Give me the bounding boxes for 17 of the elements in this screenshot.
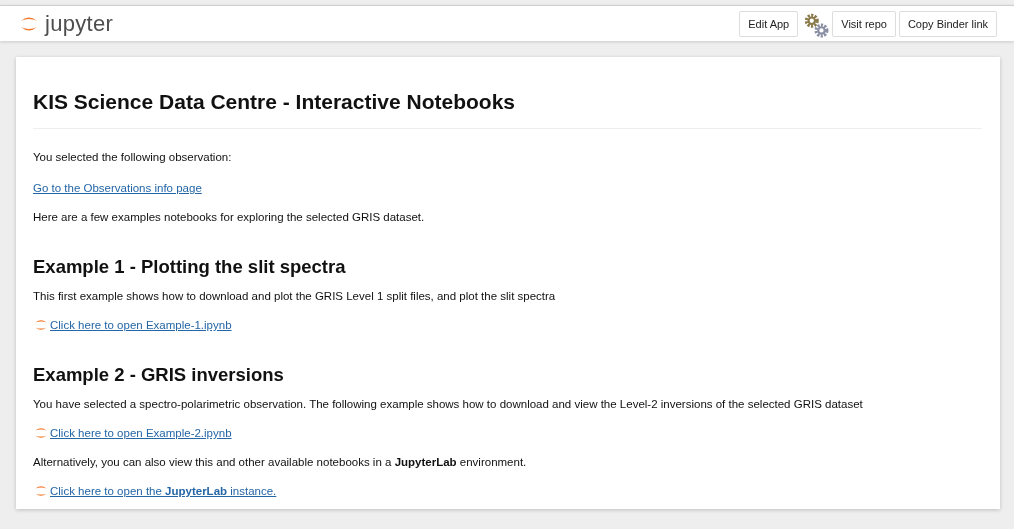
toolbar-button[interactable]: Copy Binder link bbox=[898, 10, 997, 37]
paragraph: This first example shows how to download and plot the GRIS Level 1 split files, and plot the slit spectra bbox=[33, 289, 557, 304]
paragraph: Here are a few examples notebooks for exploring the selected GRIS dataset. bbox=[33, 210, 426, 225]
toolbar-button[interactable]: Visit repo bbox=[832, 10, 896, 37]
paragraph: You selected the following observation: bbox=[33, 150, 233, 165]
gears-icon bbox=[805, 13, 829, 37]
logo-text: jupyter bbox=[45, 10, 114, 37]
toolbar-button[interactable]: Edit App bbox=[739, 10, 799, 37]
section-heading: Example 2 - GRIS inversions bbox=[33, 364, 284, 386]
notebook-link[interactable]: Click here to open Example-2.ipynb bbox=[50, 427, 232, 439]
page-title: KIS Science Data Centre - Interactive Notebooks bbox=[33, 90, 515, 114]
paragraph: You have selected a spectro-polarimetric observation. The following example shows how to download and view the Level-2 inversions of the selected GRIS dataset bbox=[33, 397, 864, 412]
notebook-link[interactable]: Click here to open the JupyterLab instance. bbox=[50, 485, 277, 497]
notebook-link[interactable]: Click here to open Example-1.ipynb bbox=[50, 319, 232, 331]
paragraph: Alternatively, you can also view this and other available notebooks in a JupyterLab environment. bbox=[33, 455, 528, 470]
link[interactable]: Go to the Observations info page bbox=[33, 182, 202, 194]
section-heading: Example 1 - Plotting the slit spectra bbox=[33, 256, 346, 278]
